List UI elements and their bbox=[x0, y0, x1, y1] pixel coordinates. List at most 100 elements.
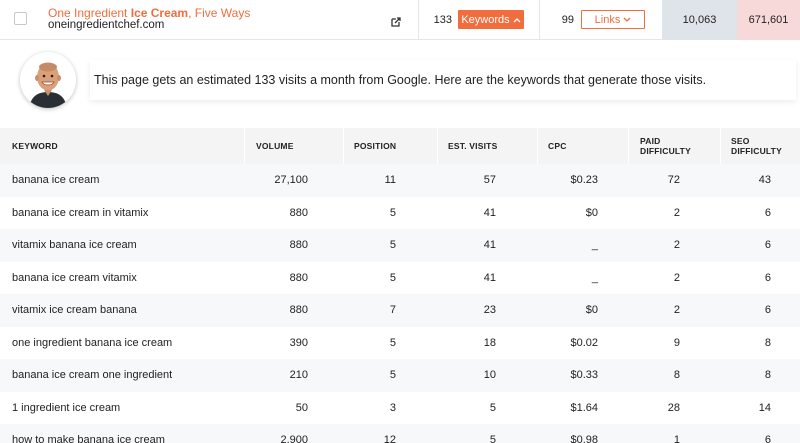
cell-visits: 41 bbox=[483, 206, 496, 219]
cell-seo: 6 bbox=[764, 239, 771, 252]
cell-position: 7 bbox=[389, 304, 396, 317]
table-header: KEYWORD VOLUME POSITION EST. VISITS CPC … bbox=[0, 128, 800, 164]
external-link-icon[interactable] bbox=[391, 17, 401, 27]
row-checkbox[interactable] bbox=[14, 12, 27, 25]
cell-position: 3 bbox=[389, 401, 396, 414]
banner-message: This page gets an estimated 133 visits a… bbox=[90, 60, 796, 100]
header-keyword[interactable]: KEYWORD bbox=[12, 128, 58, 164]
header-seo-difficulty[interactable]: SEO DIFFICULTY bbox=[731, 128, 782, 164]
keywords-button[interactable]: Keywords bbox=[458, 10, 524, 29]
header-paid-line1: PAID bbox=[640, 136, 661, 146]
table-row[interactable]: 1 ingredient ice cream 50 3 5 $1.64 28 14 bbox=[0, 392, 800, 425]
header-divider bbox=[628, 128, 629, 164]
cell-position: 12 bbox=[383, 434, 396, 443]
links-button[interactable]: Links bbox=[581, 10, 645, 29]
header-seo-line2: DIFFICULTY bbox=[731, 146, 782, 156]
cell-visits: 18 bbox=[483, 336, 496, 349]
column-divider bbox=[418, 0, 419, 40]
chevron-up-icon bbox=[513, 17, 521, 22]
cell-seo: 6 bbox=[764, 271, 771, 284]
cell-keyword: one ingredient banana ice cream bbox=[12, 336, 173, 349]
cell-volume: 390 bbox=[289, 336, 308, 349]
table-row[interactable]: vitamix ice cream banana 880 7 23 $0 2 6 bbox=[0, 294, 800, 327]
title-prefix: One Ingredient bbox=[48, 6, 131, 20]
cell-paid: 2 bbox=[673, 239, 680, 252]
header-position[interactable]: POSITION bbox=[354, 128, 396, 164]
header-paid-line2: DIFFICULTY bbox=[640, 146, 691, 156]
cell-visits: 57 bbox=[483, 174, 496, 187]
cell-paid: 1 bbox=[673, 434, 680, 443]
header-divider bbox=[437, 128, 438, 164]
cell-volume: 880 bbox=[289, 239, 308, 252]
table-row[interactable]: banana ice cream 27,100 11 57 $0.23 72 43 bbox=[0, 164, 800, 197]
cell-keyword: banana ice cream bbox=[12, 174, 100, 187]
table-row[interactable]: banana ice cream vitamix 880 5 41 _ 2 6 bbox=[0, 262, 800, 295]
avatar bbox=[20, 52, 76, 108]
cell-visits: 23 bbox=[483, 304, 496, 317]
header-divider bbox=[244, 128, 245, 164]
result-title-link[interactable]: One Ingredient Ice Cream, Five Ways bbox=[48, 6, 250, 20]
header-cpc[interactable]: CPC bbox=[548, 128, 567, 164]
title-bold: Ice Cream bbox=[130, 6, 189, 20]
table-body: banana ice cream 27,100 11 57 $0.23 72 43 banan… bbox=[0, 164, 800, 443]
cell-position: 5 bbox=[389, 369, 396, 382]
cell-position: 11 bbox=[384, 174, 396, 187]
social-shares-cell: 671,601 bbox=[737, 0, 800, 40]
cell-paid: 28 bbox=[667, 401, 680, 414]
keyword-count: 133 bbox=[433, 14, 452, 26]
cell-volume: 27,100 bbox=[274, 174, 308, 187]
cell-visits: 41 bbox=[483, 271, 496, 284]
cell-paid: 2 bbox=[673, 304, 680, 317]
header-volume[interactable]: VOLUME bbox=[256, 128, 294, 164]
cell-keyword: vitamix banana ice cream bbox=[12, 239, 137, 252]
cell-volume: 2,900 bbox=[280, 434, 308, 443]
header-paid-difficulty[interactable]: PAID DIFFICULTY bbox=[640, 128, 691, 164]
title-suffix: , Five Ways bbox=[188, 6, 251, 20]
cell-cpc: $0 bbox=[585, 206, 598, 219]
cell-cpc: $0.23 bbox=[570, 174, 598, 187]
cell-cpc: _ bbox=[591, 239, 598, 252]
person-avatar-icon bbox=[20, 52, 76, 108]
header-divider bbox=[537, 128, 538, 164]
cell-position: 5 bbox=[389, 336, 396, 349]
header-seo-line1: SEO bbox=[731, 136, 750, 146]
links-button-label: Links bbox=[594, 13, 621, 26]
result-domain: oneingredientchef.com bbox=[48, 19, 165, 31]
cell-keyword: 1 ingredient ice cream bbox=[12, 401, 121, 414]
cell-keyword: banana ice cream one ingredient bbox=[12, 369, 173, 382]
cell-cpc: $0.02 bbox=[570, 336, 598, 349]
cell-keyword: vitamix ice cream banana bbox=[12, 304, 137, 317]
cell-seo: 43 bbox=[758, 174, 771, 187]
table-row[interactable]: vitamix banana ice cream 880 5 41 _ 2 6 bbox=[0, 229, 800, 262]
keywords-button-label: Keywords bbox=[461, 13, 510, 26]
cell-visits: 5 bbox=[489, 434, 496, 443]
header-est-visits[interactable]: EST. VISITS bbox=[448, 128, 497, 164]
cell-volume: 50 bbox=[295, 401, 308, 414]
cell-seo: 6 bbox=[764, 304, 771, 317]
cell-paid: 2 bbox=[673, 206, 680, 219]
backlink-count: 99 bbox=[561, 14, 574, 26]
column-divider bbox=[539, 0, 540, 40]
cell-seo: 8 bbox=[764, 336, 771, 349]
table-row[interactable]: how to make banana ice cream 2,900 12 5 $0.9… bbox=[0, 424, 800, 443]
cell-seo: 6 bbox=[764, 206, 771, 219]
table-row[interactable]: banana ice cream one ingredient 210 5 10 $0.… bbox=[0, 359, 800, 392]
cell-visits: 5 bbox=[489, 401, 496, 414]
cell-keyword: banana ice cream vitamix bbox=[12, 271, 137, 284]
cell-paid: 72 bbox=[667, 174, 680, 187]
cell-cpc: $0.33 bbox=[570, 369, 598, 382]
cell-volume: 880 bbox=[289, 271, 308, 284]
cell-paid: 9 bbox=[673, 336, 680, 349]
cell-volume: 880 bbox=[289, 304, 308, 317]
cell-visits: 10 bbox=[483, 369, 496, 382]
cell-cpc: $0 bbox=[585, 304, 598, 317]
table-row[interactable]: one ingredient banana ice cream 390 5 18 $0.… bbox=[0, 327, 800, 360]
cell-cpc: $0.98 bbox=[570, 434, 598, 443]
result-row: One Ingredient Ice Cream, Five Ways onei… bbox=[0, 0, 800, 40]
cell-paid: 8 bbox=[673, 369, 680, 382]
cell-cpc: _ bbox=[591, 271, 598, 284]
table-row[interactable]: banana ice cream in vitamix 880 5 41 $0 2 6 bbox=[0, 197, 800, 230]
cell-seo: 14 bbox=[758, 401, 771, 414]
header-divider bbox=[720, 128, 721, 164]
cell-volume: 210 bbox=[289, 369, 308, 382]
